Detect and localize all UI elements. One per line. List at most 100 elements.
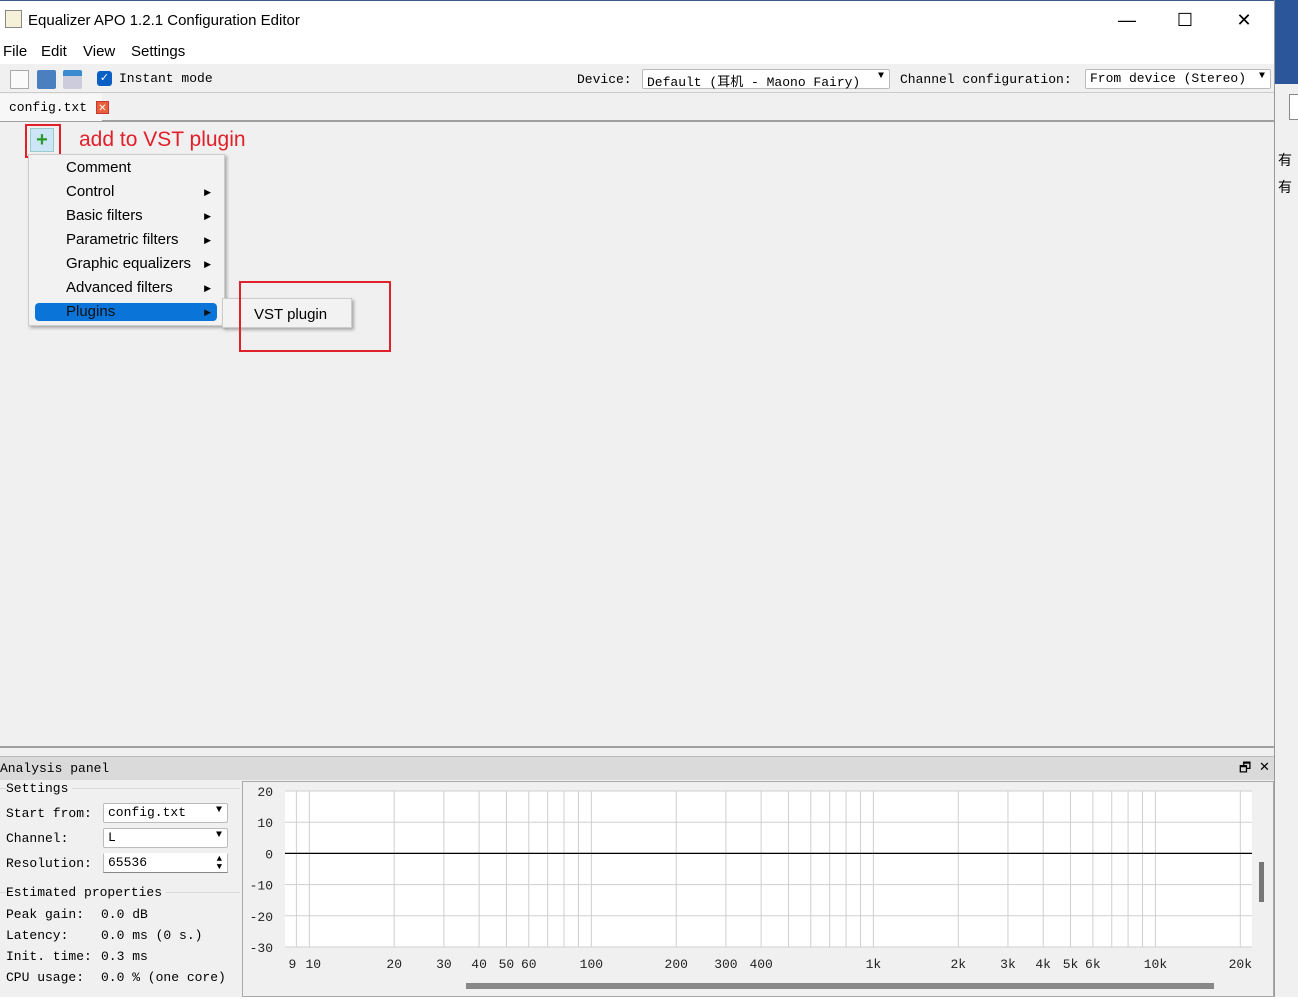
menu-item-parametric-filters[interactable]: Parametric filters ▶ <box>35 231 217 249</box>
menu-item-label: Control <box>66 183 115 200</box>
x-tick-label: 20k <box>1229 957 1253 972</box>
channel-select[interactable]: L ▼ <box>103 828 228 848</box>
splitter[interactable] <box>0 746 1274 748</box>
open-folder-icon[interactable] <box>37 70 56 89</box>
menu-item-graphic-equalizers[interactable]: Graphic equalizers ▶ <box>35 255 217 273</box>
property-label: Peak gain: <box>6 907 85 922</box>
resolution-label: Resolution: <box>6 856 92 871</box>
menu-file[interactable]: File <box>3 43 27 60</box>
x-tick-label: 30 <box>436 957 452 972</box>
dropdown-arrow-icon: ▼ <box>215 830 222 841</box>
annotation-text: add to VST plugin <box>79 128 246 151</box>
x-tick-label: 6k <box>1085 957 1101 972</box>
x-tick-label: 400 <box>749 957 772 972</box>
dropdown-arrow-icon: ▼ <box>1258 71 1265 82</box>
menu-item-label: Graphic equalizers <box>66 255 192 272</box>
menu-item-label: Parametric filters <box>66 231 179 248</box>
x-tick-label: 50 <box>499 957 515 972</box>
x-tick-label: 9 <box>288 957 296 972</box>
start-from-select[interactable]: config.txt ▼ <box>103 803 228 823</box>
menu-item-advanced-filters[interactable]: Advanced filters ▶ <box>35 279 217 297</box>
property-value: 0.3 ms <box>101 949 148 964</box>
x-tick-label: 100 <box>580 957 603 972</box>
channel-config-label: Channel configuration: <box>900 72 1072 87</box>
background-text: 有 <box>1278 152 1292 168</box>
highlight-box <box>25 124 61 158</box>
analysis-panel-title: Analysis panel <box>0 761 110 776</box>
x-tick-label: 40 <box>471 957 487 972</box>
tab-label: config.txt <box>9 100 88 115</box>
property-label: Latency: <box>6 928 69 943</box>
menu-item-label: Basic filters <box>66 207 143 224</box>
property-label: Init. time: <box>6 949 92 964</box>
estimated-group-title: Estimated properties <box>6 885 167 900</box>
menu-item-basic-filters[interactable]: Basic filters ▶ <box>35 207 217 225</box>
menu-item-control[interactable]: Control ▶ <box>35 183 217 201</box>
resolution-spinbox[interactable]: 65536 ▲ ▼ <box>103 853 228 873</box>
menu-item-plugins[interactable]: Plugins ▶ <box>35 303 217 321</box>
vertical-scrollbar[interactable] <box>1259 862 1264 902</box>
tab-close-icon[interactable]: ✕ <box>96 101 109 114</box>
analysis-panel-header: Analysis panel 🗗 ✕ <box>0 756 1274 780</box>
channel-config-value: From device (Stereo) <box>1090 71 1247 86</box>
x-tick-label: 300 <box>714 957 737 972</box>
x-tick-label: 200 <box>665 957 688 972</box>
channel-label: Channel: <box>6 831 69 846</box>
submenu-arrow-icon: ▶ <box>204 259 211 269</box>
device-label: Device: <box>577 72 632 87</box>
x-tick-label: 2k <box>950 957 966 972</box>
menu-item-label: Comment <box>66 159 132 176</box>
dropdown-arrow-icon: ▼ <box>215 805 222 816</box>
x-tick-label: 4k <box>1035 957 1051 972</box>
save-icon[interactable] <box>63 70 82 89</box>
minimize-button[interactable]: — <box>1112 9 1142 31</box>
submenu-arrow-icon: ▶ <box>204 187 211 197</box>
submenu-arrow-icon: ▶ <box>204 283 211 293</box>
tab-config[interactable]: config.txt <box>0 94 102 121</box>
y-tick-label: -10 <box>250 879 273 894</box>
toolbar: ✓ Instant mode Device: Default (耳机 - Mao… <box>0 65 1274 93</box>
maximize-button[interactable]: ☐ <box>1170 9 1200 31</box>
main-window: Equalizer APO 1.2.1 Configuration Editor… <box>0 0 1274 997</box>
start-from-label: Start from: <box>6 806 92 821</box>
property-label: CPU usage: <box>6 970 85 985</box>
y-tick-label: 20 <box>257 785 273 800</box>
horizontal-scrollbar[interactable] <box>466 983 1214 989</box>
spin-arrows-icon[interactable]: ▲ ▼ <box>217 855 222 872</box>
close-panel-icon[interactable]: ✕ <box>1259 759 1270 775</box>
submenu-arrow-icon: ▶ <box>204 211 211 221</box>
y-tick-label: 10 <box>257 816 273 831</box>
device-value: Default (耳机 - Maono Fairy) <box>647 75 861 90</box>
menu-item-label: Advanced filters <box>66 279 173 296</box>
property-value: 0.0 % (one core) <box>101 970 226 985</box>
new-file-icon[interactable] <box>10 70 29 89</box>
close-button[interactable]: ✕ <box>1229 9 1259 31</box>
channel-value: L <box>108 830 116 845</box>
plot-area <box>285 791 1252 947</box>
property-value: 0.0 ms (0 s.) <box>101 928 203 943</box>
menu-edit[interactable]: Edit <box>41 43 67 60</box>
submenu-arrow-icon: ▶ <box>204 235 211 245</box>
x-tick-label: 10k <box>1144 957 1168 972</box>
y-tick-label: -20 <box>250 910 273 925</box>
instant-mode-label: Instant mode <box>119 71 213 86</box>
menu-view[interactable]: View <box>83 43 115 60</box>
add-filter-menu: Comment Control ▶ Basic filters ▶ Parametr… <box>28 154 225 326</box>
background-text: 有 <box>1278 179 1292 195</box>
x-tick-label: 20 <box>386 957 402 972</box>
window-title: Equalizer APO 1.2.1 Configuration Editor <box>28 12 300 29</box>
menu-settings[interactable]: Settings <box>131 43 185 60</box>
tab-bar: config.txt ✕ <box>0 94 1274 122</box>
channel-config-select[interactable]: From device (Stereo) ▼ <box>1085 69 1271 89</box>
menu-bar: File Edit View Settings <box>0 40 1274 64</box>
menu-item-comment[interactable]: Comment <box>35 159 217 177</box>
frequency-response-chart: 20100-10-20-309 10 20 30 40 50 60 100 200 300 400 1… <box>250 785 1253 972</box>
frequency-response-plot: 20 10 0 -10 -20 -30 9 10 20 30 40 50 60 100 200 300 400 1… <box>242 781 1274 997</box>
instant-mode-checkbox[interactable]: ✓ <box>97 71 112 86</box>
device-select[interactable]: Default (耳机 - Maono Fairy) ▼ <box>642 69 890 90</box>
dropdown-arrow-icon: ▼ <box>877 71 884 82</box>
app-icon <box>5 10 22 28</box>
property-value: 0.0 dB <box>101 907 148 922</box>
y-tick-label: -30 <box>250 941 273 956</box>
float-panel-icon[interactable]: 🗗 <box>1239 759 1251 781</box>
